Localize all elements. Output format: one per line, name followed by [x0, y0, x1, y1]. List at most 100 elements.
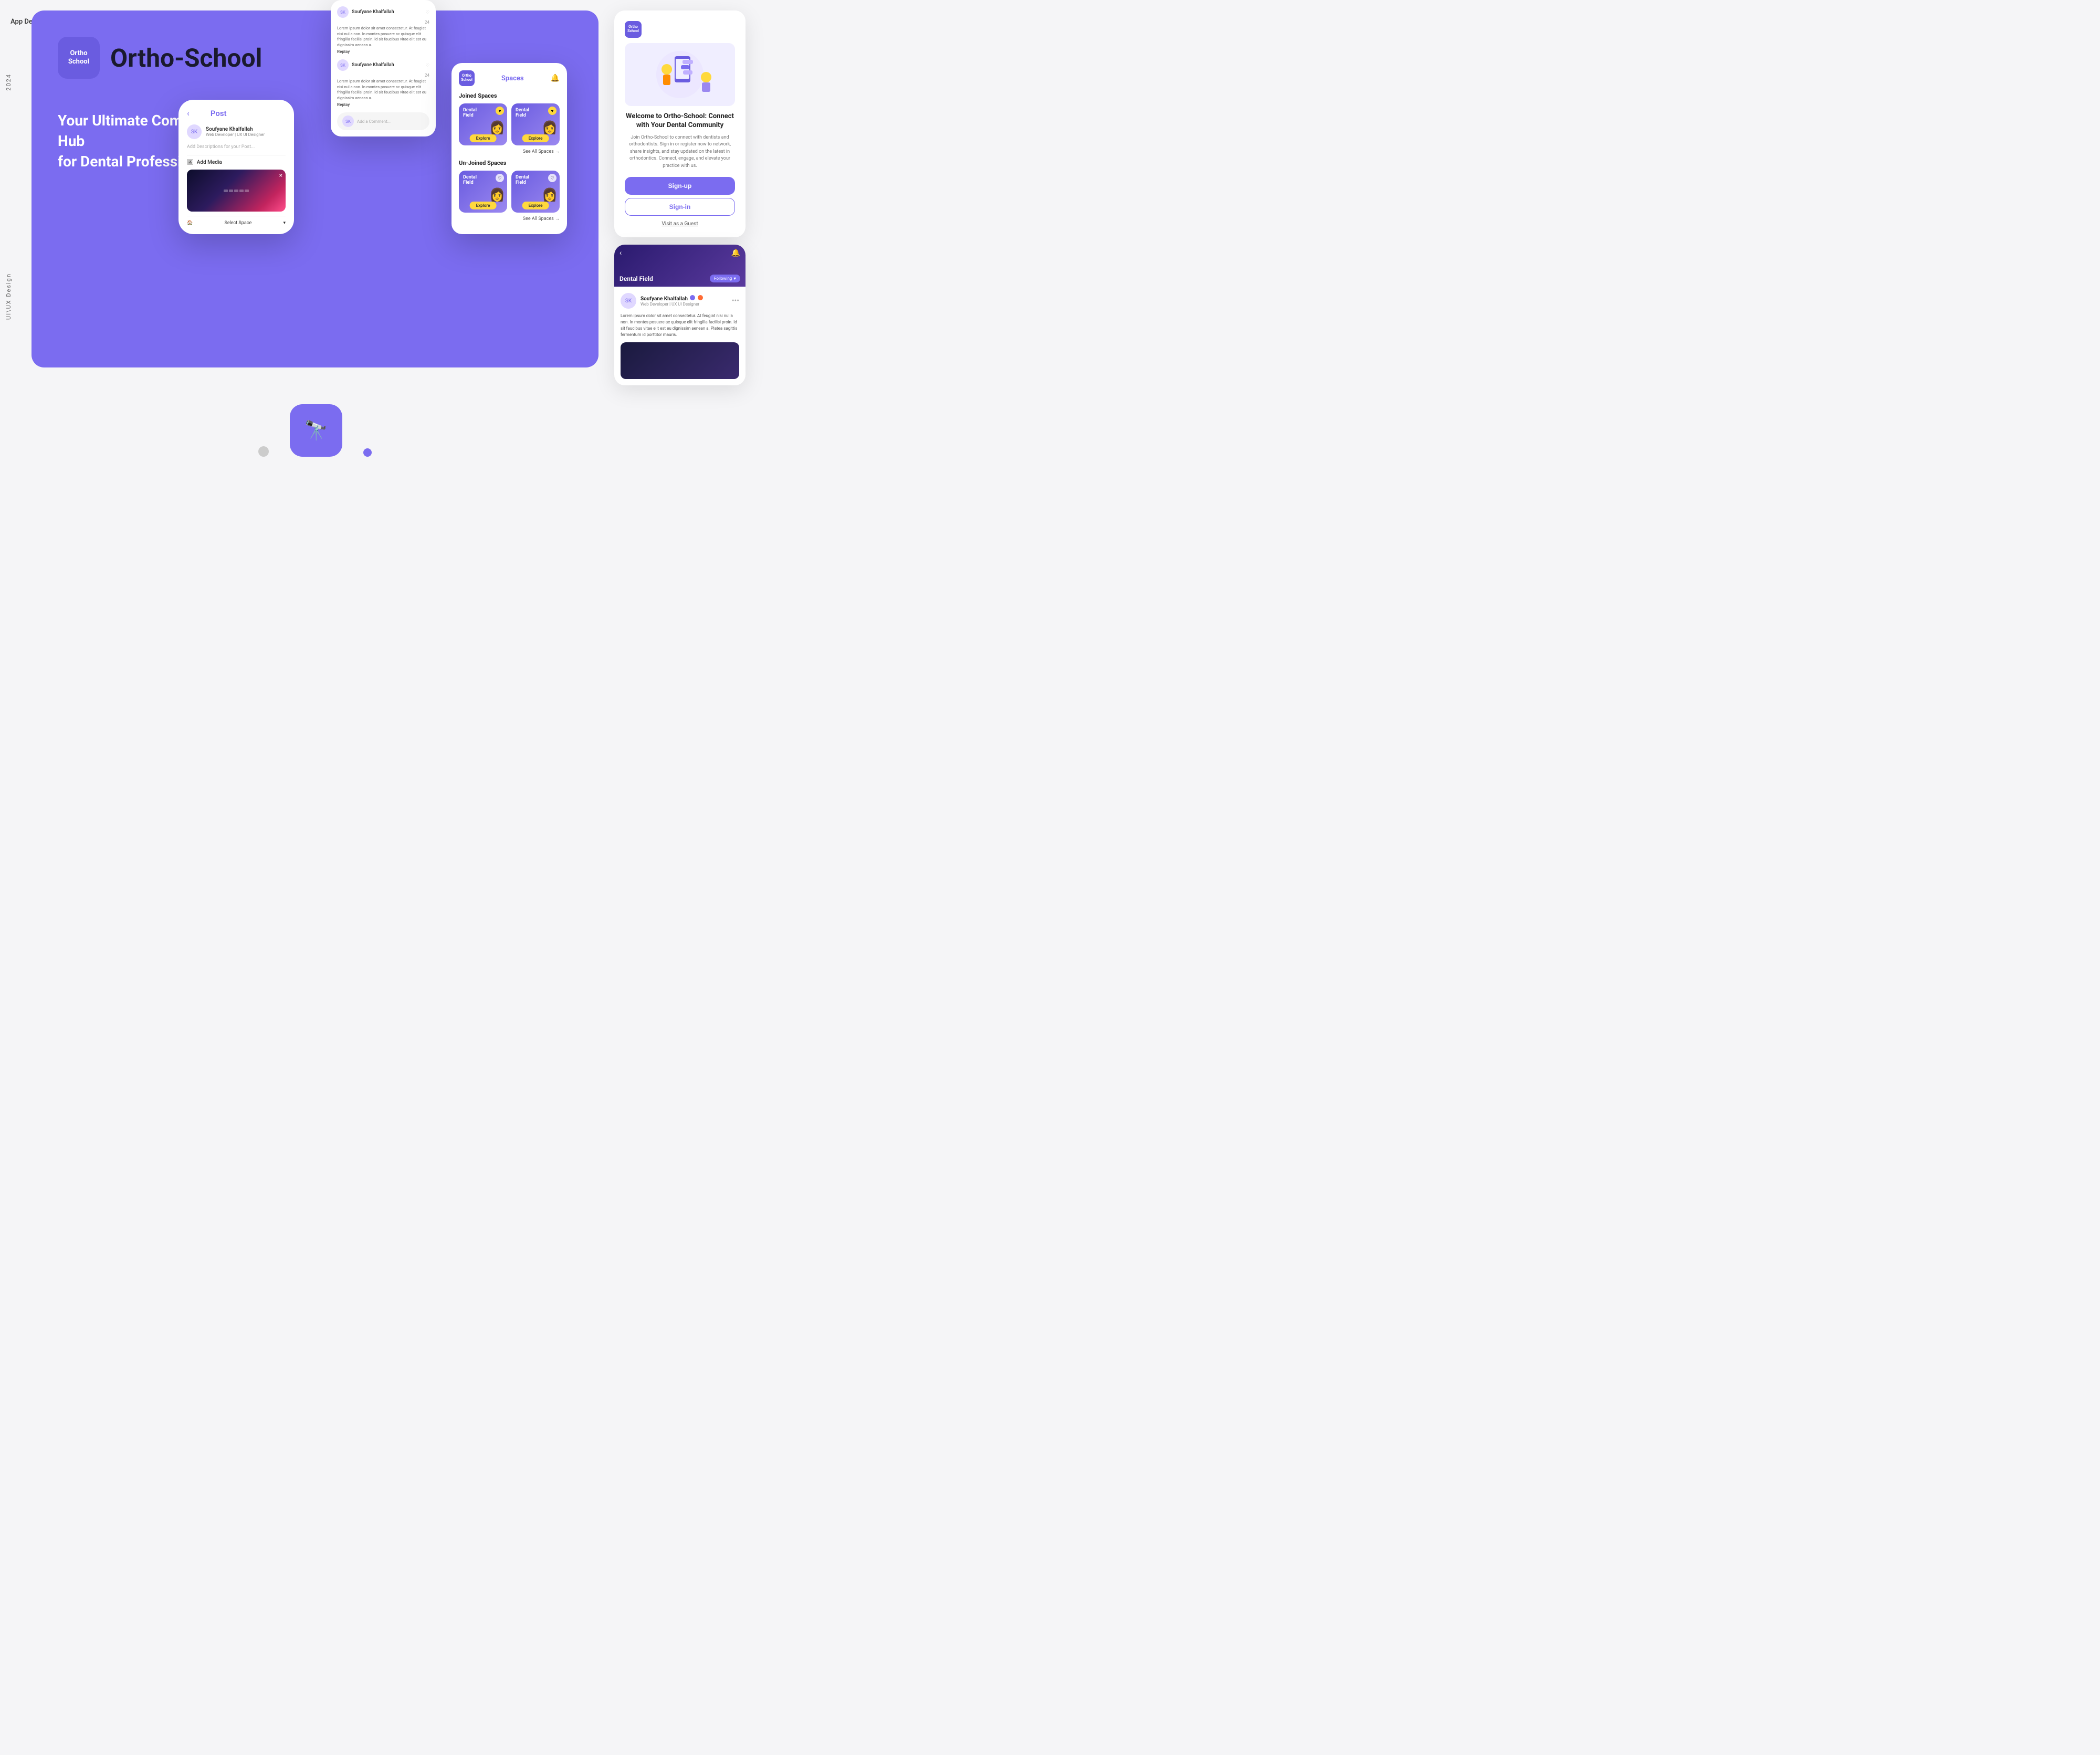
phone-post: ‹ Post SK Soufyane Khalfallah Web Develo… — [178, 100, 294, 234]
logo-icon-text: OrthoSchool — [68, 49, 89, 66]
heart-count-2: 24 — [337, 73, 429, 78]
media-icon: 🖼 — [187, 160, 194, 165]
signin-button[interactable]: Sign-in — [625, 198, 735, 216]
app-icon-large[interactable]: 🔭 — [290, 404, 342, 457]
spaces-header: OrthoSchool Spaces 🔔 — [459, 70, 560, 86]
unjoined-spaces-label: Un-Joined Spaces — [459, 160, 560, 166]
keyboard-illustration — [187, 170, 286, 212]
see-all-joined[interactable]: See All Spaces → — [459, 149, 560, 154]
post-preview-user-row: SK Soufyane Khalfallah Web Developer | U… — [621, 293, 739, 309]
explore-btn-1[interactable]: Explore — [470, 134, 497, 142]
post-preview-user-name: Soufyane Khalfallah — [640, 295, 703, 302]
dental-person-4: 👩 — [542, 187, 558, 202]
space-card-joined-2[interactable]: DentalField ♥ 👩 Explore — [511, 103, 560, 145]
explore-btn-4[interactable]: Explore — [522, 202, 549, 209]
prev-arrow-icon[interactable]: ‹ — [620, 249, 622, 257]
phone-top-bar: ‹ Post — [187, 108, 286, 118]
guest-link[interactable]: Visit as a Guest — [625, 221, 735, 227]
phone-spaces: OrthoSchool Spaces 🔔 Joined Spaces Denta… — [452, 63, 567, 234]
more-options-icon[interactable]: ••• — [732, 297, 739, 305]
page-wrapper: App Design 2024 UI\UX Design OrthoSchool… — [0, 10, 630, 472]
right-panels: OrthoSchool — [614, 10, 746, 385]
space-card-heart-outline-1[interactable]: ♡ — [496, 174, 504, 182]
following-badge[interactable]: Following ♥ — [710, 275, 740, 282]
welcome-logo-text: OrthoSchool — [627, 25, 639, 33]
explore-btn-2[interactable]: Explore — [522, 134, 549, 142]
binoculars-icon: 🔭 — [304, 419, 328, 442]
post-user-info: Soufyane Khalfallah Web Developer | UX U… — [206, 127, 265, 137]
dental-person-3: 👩 — [489, 187, 505, 202]
post-user-avatar: SK — [187, 124, 202, 139]
post-description-placeholder[interactable]: Add Descriptions for your Post... — [187, 144, 286, 150]
welcome-panel-header: OrthoSchool — [625, 21, 735, 38]
explore-btn-3[interactable]: Explore — [470, 202, 497, 209]
post-user-name: Soufyane Khalfallah — [206, 127, 265, 132]
post-preview-avatar: SK — [621, 293, 636, 309]
post-image-thumbnail — [621, 342, 739, 379]
select-space-label: Select Space — [224, 220, 251, 226]
comment-text-2: Lorem ipsum dolor sit amet consectetur. … — [337, 79, 429, 101]
see-all-unjoined[interactable]: See All Spaces → — [459, 216, 560, 222]
following-label: Following — [714, 276, 732, 281]
select-space-icon: 🏠 — [187, 220, 193, 226]
post-preview-header: ‹ 🔔 Dental Field Following ♥ — [614, 245, 746, 287]
comment-user-row-2: SK Soufyane Khalfallah ♡ — [337, 59, 429, 71]
dental-person-2: 👩 — [542, 120, 558, 135]
post-user-title: Web Developer | UX UI Designer — [206, 132, 265, 137]
space-card-joined-1[interactable]: DentalField ♥ 👩 Explore — [459, 103, 507, 145]
app-name: Ortho-School — [110, 43, 262, 73]
heart-count-1: 24 — [337, 20, 429, 25]
welcome-illustration — [625, 43, 735, 106]
welcome-panel: OrthoSchool — [614, 10, 746, 237]
bell-icon: 🔔 — [551, 74, 560, 82]
add-comment-bar[interactable]: SK Add a Comment... — [337, 112, 429, 130]
verified-badge-icon — [690, 295, 695, 300]
space-card-heart-filled-1[interactable]: ♥ — [496, 107, 504, 115]
post-screen-title: Post — [211, 109, 227, 118]
post-body-text: Lorem ipsum dolor sit amet consectetur. … — [621, 313, 739, 338]
close-media-button[interactable]: × — [279, 172, 282, 179]
space-card-unjoined-1[interactable]: DentalField ♡ 👩 Explore — [459, 171, 507, 213]
select-space-row[interactable]: 🏠 Select Space ▾ — [187, 216, 286, 226]
post-preview-nav: ‹ 🔔 — [614, 245, 746, 261]
add-media-row[interactable]: 🖼 Add Media — [187, 155, 286, 165]
replay-label-1: Replay — [337, 49, 429, 54]
welcome-logo: OrthoSchool — [625, 21, 642, 38]
comment-user-row: SK Soufyane Khalfallah ♡ — [337, 6, 429, 18]
dental-person-1: 👩 — [489, 120, 505, 135]
space-card-heart-filled-2[interactable]: ♥ — [548, 107, 556, 115]
dot-1 — [258, 446, 269, 457]
back-arrow[interactable]: ‹ — [187, 108, 190, 118]
space-card-unjoined-2[interactable]: DentalField ♡ 👩 Explore — [511, 171, 560, 213]
add-comment-placeholder: Add a Comment... — [357, 119, 391, 124]
space-card-heart-outline-2[interactable]: ♡ — [548, 174, 556, 182]
comment-avatar-1: SK — [337, 6, 349, 18]
post-preview-panel: ‹ 🔔 Dental Field Following ♥ SK Sou — [614, 245, 746, 385]
space-card-label-2: DentalField — [516, 108, 529, 118]
signup-button[interactable]: Sign-up — [625, 177, 735, 195]
notification-bell-icon[interactable]: 🔔 — [731, 249, 740, 257]
post-preview-body: SK Soufyane Khalfallah Web Developer | U… — [614, 287, 746, 385]
field-label: Dental Field — [620, 275, 653, 282]
app-logo: OrthoSchool — [58, 37, 100, 79]
replay-label-2: Replay — [337, 102, 429, 107]
comment-user-name-2: Soufyane Khalfallah — [352, 62, 394, 68]
welcome-title: Welcome to Ortho-School: Connect with Yo… — [625, 112, 735, 130]
joined-spaces-label: Joined Spaces — [459, 92, 560, 99]
unjoined-space-cards: DentalField ♡ 👩 Explore DentalField ♡ 👩 … — [459, 171, 560, 213]
spaces-logo: OrthoSchool — [459, 70, 475, 86]
bottom-section: 🔭 — [0, 388, 630, 472]
comment-heart-1: ♡ — [426, 10, 429, 15]
comment-heart-2: ♡ — [426, 63, 429, 68]
spaces-logo-text: OrthoSchool — [461, 74, 472, 82]
year-label: 2024 — [5, 73, 12, 91]
spaces-screen-title: Spaces — [501, 75, 524, 82]
space-card-label-3: DentalField — [463, 175, 477, 185]
post-preview-user-info: Soufyane Khalfallah Web Developer | UX U… — [640, 295, 703, 307]
welcome-description: Join Ortho-School to connect with dentis… — [625, 134, 735, 170]
ui-ux-label: UI\UX Design — [5, 273, 12, 320]
comment-avatar-2: SK — [337, 59, 349, 71]
post-user-row: SK Soufyane Khalfallah Web Developer | U… — [187, 124, 286, 139]
chevron-down-icon: ▾ — [283, 220, 286, 226]
comment-text-1: Lorem ipsum dolor sit amet consectetur. … — [337, 26, 429, 48]
